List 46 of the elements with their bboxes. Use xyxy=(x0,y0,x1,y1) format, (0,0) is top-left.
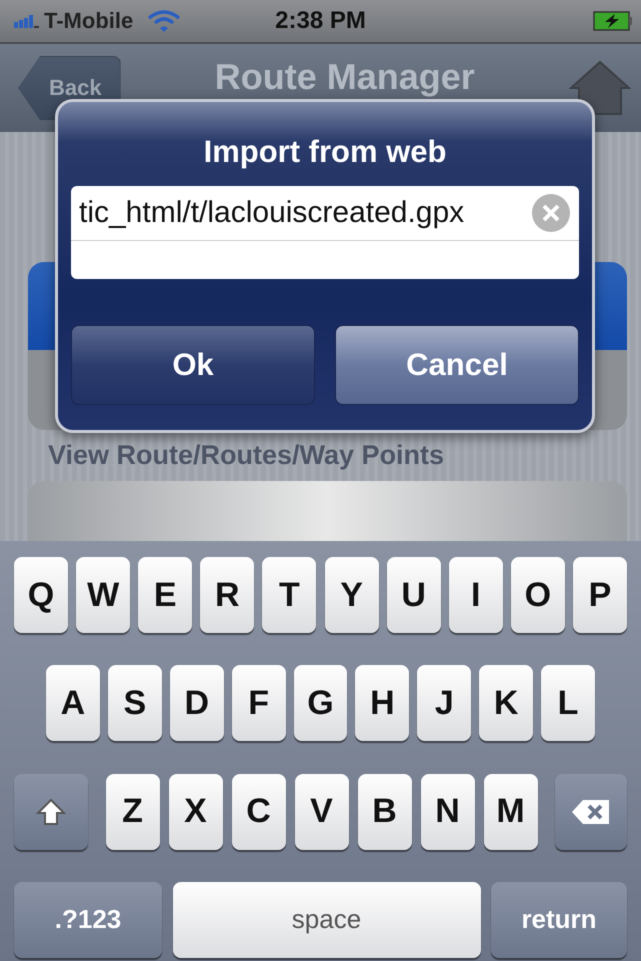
key[interactable]: C xyxy=(232,774,286,850)
section-header: View Route/Routes/Way Points xyxy=(47,440,446,471)
nav-title: Route Manager xyxy=(214,56,476,98)
shift-arrow-icon xyxy=(36,796,66,827)
key[interactable]: V xyxy=(294,774,348,850)
key[interactable]: Q xyxy=(14,557,68,633)
key[interactable]: M xyxy=(484,774,538,850)
key[interactable]: W xyxy=(76,557,130,633)
key[interactable]: F xyxy=(232,665,286,742)
key[interactable]: I xyxy=(448,557,503,633)
key[interactable]: X xyxy=(168,774,222,850)
clock: 2:38 PM xyxy=(274,7,367,35)
key[interactable]: L xyxy=(541,665,596,742)
key[interactable]: K xyxy=(479,665,534,742)
delete-key[interactable] xyxy=(555,774,627,850)
key[interactable]: A xyxy=(46,665,100,742)
key[interactable]: E xyxy=(138,557,192,633)
key[interactable]: N xyxy=(420,774,474,850)
key[interactable]: Z xyxy=(106,774,160,850)
wifi-icon xyxy=(147,9,182,33)
key[interactable]: B xyxy=(358,774,412,850)
key[interactable]: H xyxy=(355,665,410,742)
numbers-key[interactable]: .?123 xyxy=(14,882,162,958)
space-key[interactable]: space xyxy=(172,882,480,958)
key[interactable]: J xyxy=(417,665,472,742)
carrier-name: T-Mobile xyxy=(44,8,134,34)
field-value: tic_html/t/laclouiscreated.gpx xyxy=(79,196,466,230)
key[interactable]: P xyxy=(572,557,627,633)
home-icon[interactable] xyxy=(569,60,631,116)
key[interactable]: S xyxy=(108,665,162,742)
return-key[interactable]: return xyxy=(491,882,627,958)
ok-button[interactable]: Ok xyxy=(71,325,315,405)
battery-charging-icon xyxy=(593,11,633,31)
dialog-title: Import from web xyxy=(202,134,448,170)
key[interactable]: R xyxy=(200,557,254,633)
backspace-icon xyxy=(571,798,611,825)
key[interactable]: Y xyxy=(324,557,379,633)
shift-key[interactable] xyxy=(14,774,88,850)
key[interactable]: T xyxy=(262,557,316,633)
cancel-button[interactable]: Cancel xyxy=(335,325,579,405)
key[interactable]: O xyxy=(510,557,565,633)
url-input-field[interactable]: tic_html/t/laclouiscreated.gpx xyxy=(71,186,579,279)
key[interactable]: D xyxy=(170,665,224,742)
key[interactable]: U xyxy=(386,557,441,633)
signal-icon xyxy=(14,14,40,28)
key[interactable]: G xyxy=(294,665,348,742)
